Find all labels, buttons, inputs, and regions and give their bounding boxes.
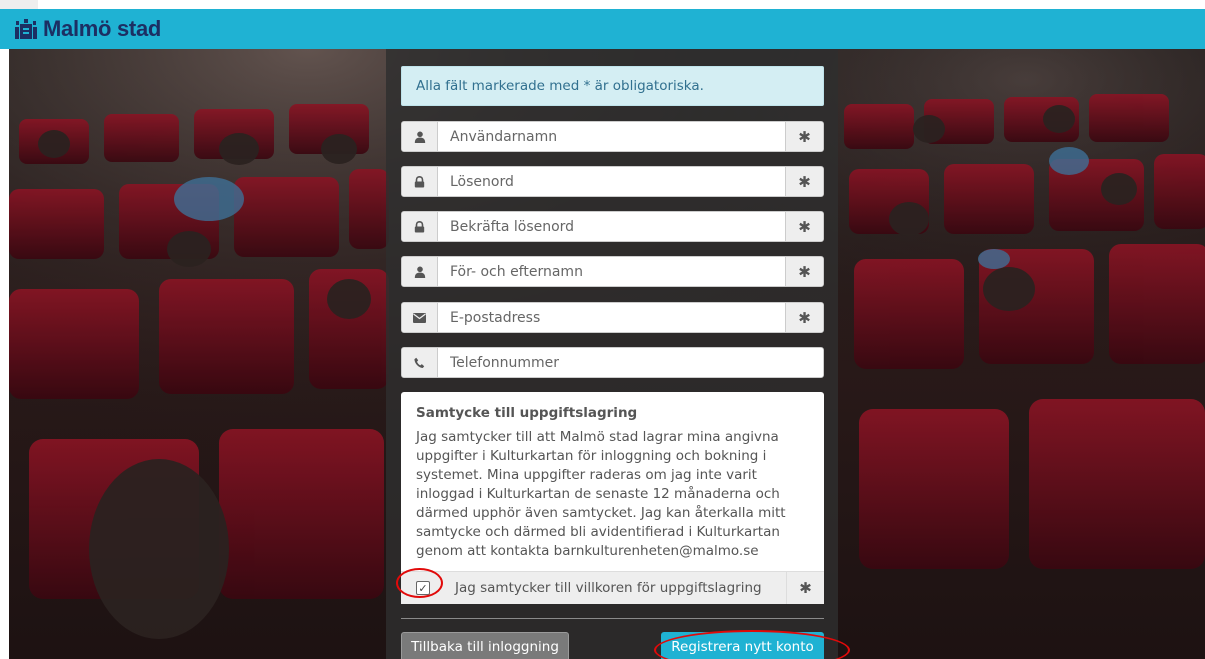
required-asterisk-icon: ✱ bbox=[785, 122, 823, 151]
username-field: ✱ bbox=[401, 121, 824, 152]
consent-text-line: inloggad i Kulturkartan de senaste 12 må… bbox=[416, 486, 780, 502]
brand-name: Malmö stad bbox=[43, 16, 162, 41]
password-field: ✱ bbox=[401, 166, 824, 197]
consent-text-line: Jag samtycker till att Malmö stad lagrar… bbox=[416, 429, 779, 445]
required-asterisk-icon: ✱ bbox=[785, 212, 823, 241]
consent-text-line: uppgifter i Kulturkartan för inloggning … bbox=[416, 448, 767, 464]
malmo-crest-icon bbox=[15, 19, 37, 39]
consent-text-line: därmed upphör även samtycket. Jag kan åt… bbox=[416, 505, 786, 521]
phone-field bbox=[401, 347, 824, 378]
confirm-password-field: ✱ bbox=[401, 211, 824, 242]
consent-checkbox-cell: ✓ bbox=[401, 572, 445, 604]
consent-checkbox-row: ✓ Jag samtycker till villkoren för uppgi… bbox=[401, 571, 824, 604]
required-fields-alert: Alla fält markerade med * är obligatoris… bbox=[401, 66, 824, 106]
consent-text: Jag samtycker till att Malmö stad lagrar… bbox=[416, 428, 816, 561]
user-icon bbox=[402, 122, 438, 151]
required-asterisk-icon: ✱ bbox=[785, 257, 823, 286]
password-input[interactable] bbox=[438, 167, 785, 196]
envelope-icon bbox=[402, 303, 438, 332]
corner-tab bbox=[0, 0, 38, 9]
required-asterisk-icon: ✱ bbox=[785, 303, 823, 332]
required-asterisk-icon: ✱ bbox=[785, 167, 823, 196]
logo[interactable]: Malmö stad bbox=[14, 16, 161, 42]
top-strip bbox=[0, 0, 1205, 9]
full-name-field: ✱ bbox=[401, 256, 824, 287]
username-input[interactable] bbox=[438, 122, 785, 151]
consent-checkbox[interactable]: ✓ bbox=[416, 581, 430, 595]
lock-icon bbox=[402, 167, 438, 196]
email-field: ✱ bbox=[401, 302, 824, 333]
lock-icon bbox=[402, 212, 438, 241]
required-asterisk-icon: ✱ bbox=[786, 572, 824, 604]
consent-text-line: systemet. Mina uppgifter raderas om jag … bbox=[416, 467, 757, 483]
full-name-input[interactable] bbox=[438, 257, 785, 286]
consent-box: Samtycke till uppgiftslagring Jag samtyc… bbox=[401, 392, 824, 604]
phone-input[interactable] bbox=[438, 348, 823, 377]
consent-checkbox-label[interactable]: Jag samtycker till villkoren för uppgift… bbox=[445, 572, 786, 604]
user-icon bbox=[402, 257, 438, 286]
site-header: Malmö stad bbox=[0, 9, 1205, 49]
email-input[interactable] bbox=[438, 303, 785, 332]
phone-icon bbox=[402, 348, 438, 377]
consent-text-line: samtycke och därmed bli avidentifierad i… bbox=[416, 524, 780, 540]
register-account-button[interactable]: Registrera nytt konto bbox=[661, 632, 824, 659]
consent-title: Samtycke till uppgiftslagring bbox=[416, 405, 638, 421]
divider bbox=[401, 618, 824, 619]
back-to-login-button[interactable]: Tillbaka till inloggning bbox=[401, 632, 569, 659]
consent-text-line: genom att kontakta barnkulturenheten@mal… bbox=[416, 543, 759, 559]
confirm-password-input[interactable] bbox=[438, 212, 785, 241]
